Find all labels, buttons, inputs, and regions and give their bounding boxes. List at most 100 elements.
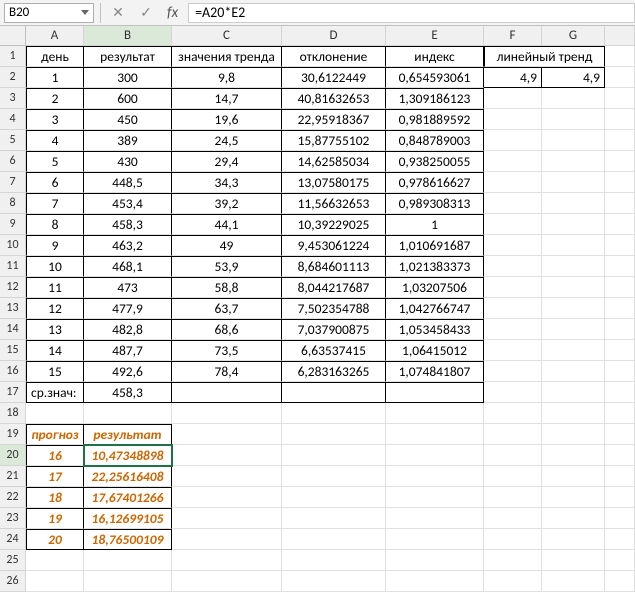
empty-cell[interactable] bbox=[605, 361, 635, 382]
cell-result[interactable]: 430 bbox=[84, 151, 172, 172]
cell-index[interactable]: 0,978616627 bbox=[386, 172, 484, 193]
cell-index[interactable]: 1,053458433 bbox=[386, 319, 484, 340]
cell-f[interactable] bbox=[484, 193, 542, 214]
cell-f[interactable] bbox=[484, 277, 542, 298]
cancel-icon[interactable]: ✕ bbox=[107, 3, 129, 23]
cell[interactable] bbox=[282, 382, 386, 403]
cell-fc-day[interactable]: 20 bbox=[26, 529, 84, 550]
empty-cell[interactable] bbox=[605, 67, 635, 88]
cell[interactable] bbox=[386, 550, 484, 571]
header-forecast[interactable]: прогноз bbox=[26, 424, 84, 445]
cell-f[interactable] bbox=[484, 214, 542, 235]
cell[interactable] bbox=[386, 529, 484, 550]
col-header[interactable]: D bbox=[282, 26, 386, 46]
cell[interactable] bbox=[386, 403, 484, 424]
cell-deviation[interactable]: 9,453061224 bbox=[282, 235, 386, 256]
cell[interactable] bbox=[484, 382, 542, 403]
empty-cell[interactable] bbox=[605, 109, 635, 130]
cell-result[interactable]: 448,5 bbox=[84, 172, 172, 193]
cell-day[interactable]: 7 bbox=[26, 193, 84, 214]
cell[interactable] bbox=[282, 424, 386, 445]
cell[interactable] bbox=[282, 529, 386, 550]
cell[interactable] bbox=[605, 529, 635, 550]
empty-cell[interactable] bbox=[605, 130, 635, 151]
cell-index[interactable]: 0,848789003 bbox=[386, 130, 484, 151]
cell[interactable] bbox=[542, 550, 605, 571]
confirm-icon[interactable]: ✓ bbox=[135, 3, 157, 23]
cell[interactable] bbox=[172, 382, 282, 403]
cell-trend[interactable]: 24,5 bbox=[172, 130, 282, 151]
cell[interactable] bbox=[542, 529, 605, 550]
col-header[interactable] bbox=[605, 26, 635, 46]
cell-index[interactable]: 0,989308313 bbox=[386, 193, 484, 214]
cell-result[interactable]: 300 bbox=[84, 67, 172, 88]
cell[interactable] bbox=[172, 424, 282, 445]
cell-f[interactable] bbox=[484, 256, 542, 277]
fx-icon[interactable]: fx bbox=[163, 4, 182, 22]
row-header[interactable]: 23 bbox=[0, 508, 26, 529]
cell-result[interactable]: 482,8 bbox=[84, 319, 172, 340]
cell-result[interactable]: 468,1 bbox=[84, 256, 172, 277]
cell-trend[interactable]: 14,7 bbox=[172, 88, 282, 109]
cell[interactable] bbox=[484, 508, 542, 529]
cell-index[interactable]: 1,03207506 bbox=[386, 277, 484, 298]
cell[interactable] bbox=[484, 529, 542, 550]
cell-index[interactable]: 1 bbox=[386, 214, 484, 235]
header-fc-result[interactable]: результат bbox=[84, 424, 172, 445]
spreadsheet-grid[interactable]: ABCDEFG1деньрезультатзначения трендаоткл… bbox=[0, 26, 635, 592]
header-trend[interactable]: значения тренда bbox=[172, 46, 282, 67]
cell-deviation[interactable]: 13,07580175 bbox=[282, 172, 386, 193]
cell-index[interactable]: 0,981889592 bbox=[386, 109, 484, 130]
cell[interactable] bbox=[282, 508, 386, 529]
cell-g[interactable] bbox=[542, 361, 605, 382]
cell-result[interactable]: 473 bbox=[84, 277, 172, 298]
header-result[interactable]: результат bbox=[84, 46, 172, 67]
cell-g[interactable] bbox=[542, 109, 605, 130]
cell[interactable] bbox=[282, 466, 386, 487]
cell-day[interactable]: 2 bbox=[26, 88, 84, 109]
empty-cell[interactable] bbox=[605, 256, 635, 277]
empty-cell[interactable] bbox=[605, 277, 635, 298]
cell-deviation[interactable]: 6,63537415 bbox=[282, 340, 386, 361]
empty-cell[interactable] bbox=[605, 46, 635, 67]
cell-day[interactable]: 14 bbox=[26, 340, 84, 361]
cell[interactable] bbox=[542, 382, 605, 403]
row-header[interactable]: 12 bbox=[0, 277, 26, 298]
col-header[interactable]: E bbox=[386, 26, 484, 46]
cell-f[interactable] bbox=[484, 340, 542, 361]
cell-day[interactable]: 8 bbox=[26, 214, 84, 235]
row-header[interactable]: 4 bbox=[0, 109, 26, 130]
cell[interactable] bbox=[484, 466, 542, 487]
cell-g[interactable] bbox=[542, 130, 605, 151]
cell-fc-result[interactable]: 18,76500109 bbox=[84, 529, 172, 550]
cell-index[interactable]: 1,021383373 bbox=[386, 256, 484, 277]
cell-day[interactable]: 3 bbox=[26, 109, 84, 130]
cell-deviation[interactable]: 8,684601113 bbox=[282, 256, 386, 277]
cell-g[interactable] bbox=[542, 256, 605, 277]
cell-index[interactable]: 0,654593061 bbox=[386, 67, 484, 88]
col-header[interactable]: F bbox=[484, 26, 542, 46]
cell[interactable] bbox=[386, 382, 484, 403]
cell-day[interactable]: 1 bbox=[26, 67, 84, 88]
cell-index[interactable]: 1,010691687 bbox=[386, 235, 484, 256]
cell-avg-value[interactable]: 458,3 bbox=[84, 382, 172, 403]
row-header[interactable]: 15 bbox=[0, 340, 26, 361]
header-linear-trend[interactable]: линейный тренд bbox=[484, 46, 605, 67]
cell-g[interactable] bbox=[542, 151, 605, 172]
cell-g[interactable] bbox=[542, 214, 605, 235]
row-header[interactable]: 6 bbox=[0, 151, 26, 172]
cell[interactable] bbox=[172, 529, 282, 550]
cell[interactable] bbox=[172, 508, 282, 529]
row-header[interactable]: 11 bbox=[0, 256, 26, 277]
cell-result[interactable]: 389 bbox=[84, 130, 172, 151]
cell[interactable] bbox=[172, 550, 282, 571]
cell-index[interactable]: 1,06415012 bbox=[386, 340, 484, 361]
cell-result[interactable]: 458,3 bbox=[84, 214, 172, 235]
cell-trend[interactable]: 49 bbox=[172, 235, 282, 256]
cell-g[interactable] bbox=[542, 340, 605, 361]
cell-f[interactable] bbox=[484, 298, 542, 319]
cell-fc-result[interactable]: 17,67401266 bbox=[84, 487, 172, 508]
cell-f[interactable] bbox=[484, 319, 542, 340]
row-header[interactable]: 1 bbox=[0, 46, 26, 67]
cell[interactable] bbox=[172, 445, 282, 466]
